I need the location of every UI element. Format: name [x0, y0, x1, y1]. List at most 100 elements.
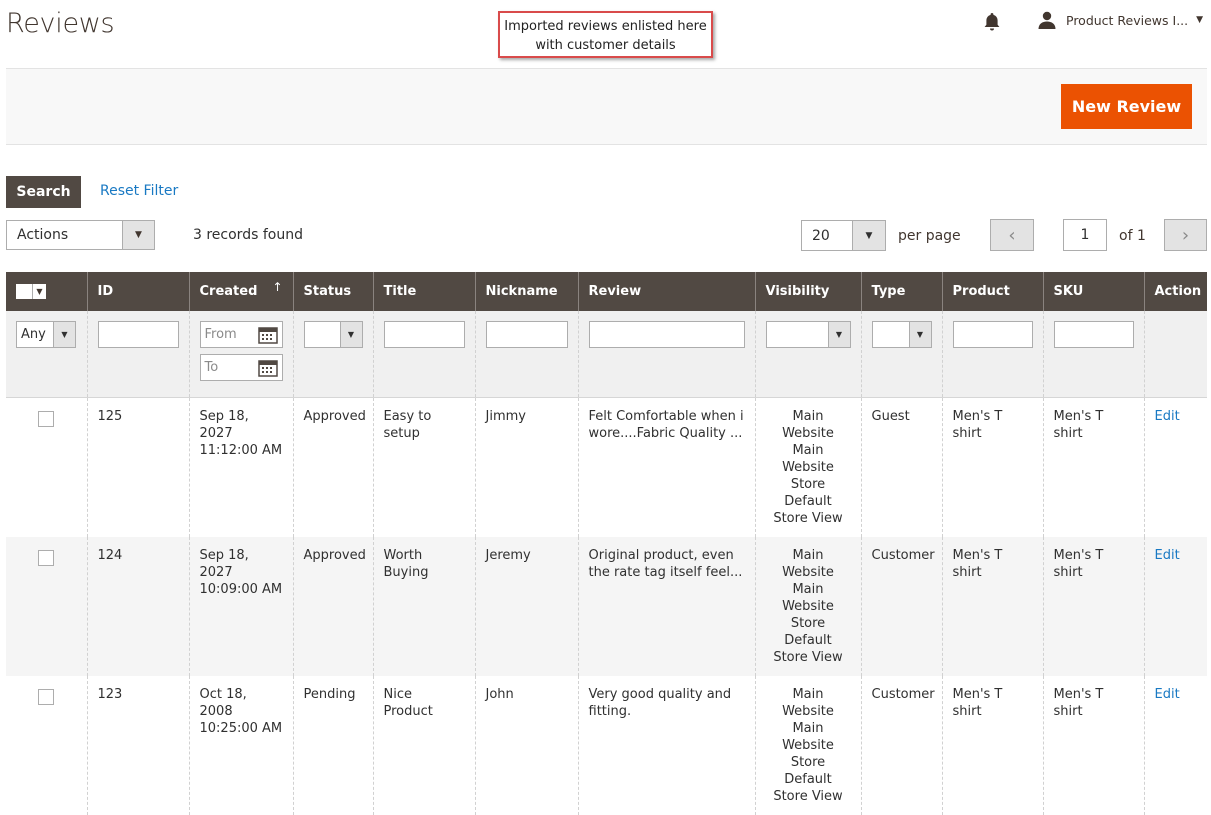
bell-icon[interactable] — [983, 12, 1001, 32]
column-header-action: Action — [1143, 272, 1207, 311]
visibility-line: Main — [792, 443, 824, 458]
mass-actions-dropdown[interactable]: Actions ▼ — [6, 220, 155, 250]
column-header-nickname[interactable]: Nickname — [474, 272, 578, 311]
cell-status: Approved — [292, 397, 373, 537]
created-from-input[interactable]: From — [199, 321, 283, 348]
product-filter-input[interactable] — [952, 321, 1033, 348]
created-date: Sep 18, 2027 — [199, 548, 249, 580]
cell-created: Oct 18, 2008 10:25:00 AM — [188, 676, 293, 815]
column-header-product[interactable]: Product — [941, 272, 1043, 311]
status-filter-select[interactable]: ▼ — [303, 321, 363, 348]
edit-link[interactable]: Edit — [1155, 687, 1180, 702]
title-filter-input[interactable] — [383, 321, 465, 348]
calendar-icon[interactable] — [257, 326, 278, 344]
row-checkbox[interactable] — [38, 550, 55, 566]
actions-label: Actions — [17, 227, 69, 243]
visibility-line: Store View — [773, 789, 843, 804]
cell-visibility: Main Website Main Website Store Default Stor… — [754, 397, 861, 537]
page-number-input[interactable]: 1 — [1063, 219, 1107, 251]
new-review-button[interactable]: New Review — [1061, 84, 1192, 129]
annotation-callout: Imported reviews enlisted here with cust… — [498, 11, 713, 58]
column-header-created[interactable]: Created ↑ — [188, 272, 293, 311]
cell-title: Worth Buying — [372, 537, 475, 676]
chevron-down-icon: ▼ — [32, 284, 46, 299]
next-page-button[interactable]: › — [1164, 219, 1207, 251]
table-row[interactable]: 124 Sep 18, 2027 10:09:00 AM Approved Wor… — [6, 537, 1207, 676]
sku-filter-input[interactable] — [1053, 321, 1134, 348]
visibility-line: Main Website — [782, 409, 834, 441]
edit-link[interactable]: Edit — [1155, 548, 1180, 563]
calendar-icon[interactable] — [257, 359, 278, 377]
review-filter-input[interactable] — [588, 321, 745, 348]
cell-product: Men's T shirt — [941, 397, 1043, 537]
visibility-line: Main Website — [782, 687, 834, 719]
from-placeholder: From — [204, 327, 237, 342]
cell-type: Customer — [860, 676, 942, 815]
table-row[interactable]: 125 Sep 18, 2027 11:12:00 AM Approved Eas… — [6, 397, 1207, 537]
column-header-created-label: Created — [199, 284, 258, 299]
search-button[interactable]: Search — [6, 176, 81, 208]
records-count: 3 records found — [193, 227, 303, 243]
visibility-line: Website Store — [782, 599, 834, 631]
per-page-label: per page — [898, 228, 961, 244]
callout-line-1: Imported reviews enlisted here — [504, 19, 707, 34]
page-title: Reviews — [6, 8, 115, 39]
per-page-select[interactable]: 20 ▼ — [801, 220, 886, 251]
visibility-line: Main — [792, 582, 824, 597]
cell-visibility: Main Website Main Website Store Default Stor… — [754, 676, 861, 815]
edit-link[interactable]: Edit — [1155, 409, 1180, 424]
visibility-line: Default — [784, 494, 832, 509]
column-header-id[interactable]: ID — [86, 272, 189, 311]
column-header-status[interactable]: Status — [292, 272, 373, 311]
cell-type: Guest — [860, 397, 942, 537]
row-checkbox[interactable] — [38, 411, 55, 427]
created-time: 11:12:00 AM — [199, 443, 283, 458]
mass-select-header[interactable]: ▼ — [6, 272, 87, 311]
previous-page-button[interactable]: ‹ — [990, 219, 1034, 251]
visibility-filter-select[interactable]: ▼ — [765, 321, 851, 348]
column-header-visibility[interactable]: Visibility — [754, 272, 861, 311]
chevron-down-icon: ▼ — [827, 322, 850, 347]
type-filter-select[interactable]: ▼ — [871, 321, 932, 348]
table-row[interactable]: 123 Oct 18, 2008 10:25:00 AM Pending Nice… — [6, 676, 1207, 815]
cell-sku: Men's T shirt — [1042, 537, 1144, 676]
row-checkbox[interactable] — [38, 689, 55, 705]
any-filter-value: Any — [21, 327, 46, 342]
to-placeholder: To — [204, 360, 219, 375]
visibility-line: Main — [792, 721, 824, 736]
column-header-type[interactable]: Type — [860, 272, 942, 311]
column-header-title[interactable]: Title — [372, 272, 475, 311]
chevron-down-icon: ▼ — [122, 221, 154, 249]
cell-status: Pending — [292, 676, 373, 815]
mass-select-checkbox[interactable]: ▼ — [16, 284, 77, 299]
reset-filter-link[interactable]: Reset Filter — [100, 183, 178, 199]
visibility-line: Store View — [773, 511, 843, 526]
page-actions-bar: New Review — [6, 68, 1207, 145]
chevron-down-icon: ▼ — [908, 322, 931, 347]
reviews-grid: ▼ ID Created ↑ Status Title Nickname Revi… — [6, 272, 1207, 815]
column-header-review[interactable]: Review — [577, 272, 755, 311]
chevron-right-icon: › — [1181, 224, 1190, 246]
filter-row: Any ▼ From To ▼ ▼ ▼ — [6, 311, 1207, 398]
cell-review: Very good quality and fitting. — [577, 676, 755, 815]
created-to-input[interactable]: To — [199, 354, 283, 381]
chevron-down-icon: ▼ — [1196, 15, 1204, 25]
id-filter-input[interactable] — [97, 321, 179, 348]
cell-title: Easy to setup — [372, 397, 475, 537]
nickname-filter-input[interactable] — [485, 321, 568, 348]
any-filter-select[interactable]: Any ▼ — [16, 321, 76, 348]
admin-user-menu[interactable]: Product Reviews I... ▼ — [1037, 10, 1203, 30]
visibility-line: Website Store — [782, 460, 834, 492]
created-date: Oct 18, 2008 — [199, 687, 247, 719]
chevron-left-icon: ‹ — [1008, 224, 1016, 246]
cell-product: Men's T shirt — [941, 676, 1043, 815]
cell-title: Nice Product — [372, 676, 475, 815]
cell-review: Felt Comfortable when i wore....Fabric Q… — [577, 397, 755, 537]
cell-id: 125 — [86, 397, 189, 537]
cell-nickname: Jimmy — [474, 397, 578, 537]
cell-type: Customer — [860, 537, 942, 676]
visibility-line: Main Website — [782, 548, 834, 580]
column-header-sku[interactable]: SKU — [1042, 272, 1144, 311]
total-pages-label: of 1 — [1119, 228, 1146, 244]
chevron-down-icon: ▼ — [339, 322, 362, 347]
